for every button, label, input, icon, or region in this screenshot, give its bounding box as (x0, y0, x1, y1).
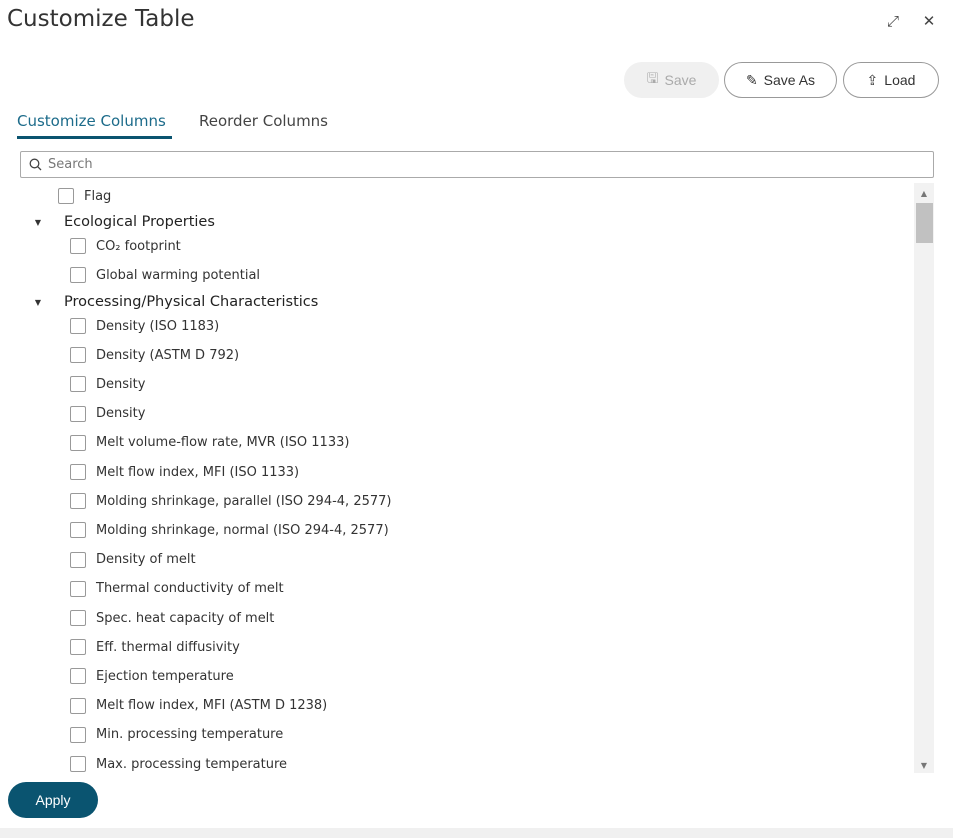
save-as-icon: ✎ (745, 71, 758, 88)
column-label: Molding shrinkage, normal (ISO 294-4, 25… (96, 522, 389, 538)
column-item[interactable]: Density (ISO 1183) (70, 318, 219, 334)
column-item[interactable]: Max. processing temperature (70, 756, 287, 772)
checkbox[interactable] (70, 376, 86, 393)
group-header[interactable]: ▼ Processing/Physical Characteristics (30, 294, 318, 310)
column-label: Density (ISO 1183) (96, 318, 220, 334)
search-input[interactable] (48, 157, 898, 172)
save-icon: 🖫 (646, 70, 659, 86)
column-label: Density (96, 406, 146, 422)
column-label: Density of melt (96, 552, 196, 568)
checkbox[interactable] (70, 405, 86, 422)
load-button[interactable]: ⇪ Load (843, 62, 939, 98)
checkbox[interactable] (58, 188, 74, 204)
column-label: Melt flow index, MFI (ASTM D 1238) (96, 698, 328, 714)
column-label: Global warming potential (96, 267, 261, 283)
save-button[interactable]: 🖫 Save (624, 62, 719, 98)
column-label: Density (ASTM D 792) (96, 347, 240, 363)
column-item[interactable]: Density of melt (70, 551, 196, 568)
column-item[interactable]: Melt volume-flow rate, MVR (ISO 1133) (70, 434, 350, 451)
column-item[interactable]: Spec. heat capacity of melt (70, 610, 274, 626)
checkbox[interactable] (70, 522, 86, 539)
column-label: Density (96, 376, 146, 392)
checkbox[interactable] (70, 493, 86, 510)
column-item[interactable]: Global warming potential (70, 267, 260, 283)
column-item[interactable]: CO₂ footprint (70, 238, 181, 254)
column-item[interactable]: Density (70, 405, 146, 422)
scroll-up-icon[interactable]: ▲ (914, 189, 934, 198)
checkbox[interactable] (70, 610, 86, 626)
checkbox[interactable] (70, 580, 86, 597)
column-label: Min. processing temperature (96, 727, 284, 743)
column-item[interactable]: Thermal conductivity of melt (70, 580, 284, 597)
dialog-title: Customize Table (7, 6, 195, 32)
column-label: Thermal conductivity of melt (96, 581, 284, 597)
column-item[interactable]: Ejection temperature (70, 668, 234, 685)
apply-button[interactable]: Apply (8, 782, 98, 818)
checkbox[interactable] (70, 756, 86, 772)
column-item[interactable]: Density (70, 376, 146, 393)
column-item[interactable]: Melt flow index, MFI (ASTM D 1238) (70, 697, 328, 714)
column-item[interactable]: Molding shrinkage, parallel (ISO 294-4, … (70, 493, 392, 510)
column-item[interactable]: Molding shrinkage, normal (ISO 294-4, 25… (70, 522, 389, 539)
checkbox[interactable] (70, 434, 86, 451)
checkbox[interactable] (70, 726, 86, 743)
save-as-button[interactable]: ✎ Save As (724, 62, 837, 98)
column-item[interactable]: Melt flow index, MFI (ISO 1133) (70, 464, 299, 480)
column-label: Max. processing temperature (96, 756, 288, 772)
column-item[interactable]: Eff. thermal diffusivity (70, 639, 240, 656)
checkbox[interactable] (70, 464, 86, 480)
save-label: Save (664, 72, 697, 88)
load-icon: ⇪ (866, 71, 879, 88)
column-label: Melt volume-flow rate, MVR (ISO 1133) (96, 435, 350, 451)
column-tree: Flag ▼ Ecological Properties CO₂ footprint G… (20, 183, 914, 773)
checkbox[interactable] (70, 551, 86, 568)
column-item[interactable]: Density (ASTM D 792) (70, 347, 240, 364)
column-label: Spec. heat capacity of melt (96, 610, 275, 626)
column-label: CO₂ footprint (96, 238, 181, 254)
search-icon (29, 158, 42, 171)
active-tab-indicator (17, 136, 172, 139)
caret-down-icon[interactable]: ▼ (30, 218, 46, 227)
checkbox[interactable] (70, 267, 86, 283)
scrollbar[interactable]: ▲ ▼ (914, 183, 934, 773)
save-as-label: Save As (763, 72, 816, 88)
column-item[interactable]: Flag (58, 188, 111, 204)
group-label: Ecological Properties (64, 214, 215, 230)
group-header[interactable]: ▼ Ecological Properties (30, 214, 215, 230)
checkbox[interactable] (70, 318, 86, 334)
search-box[interactable] (20, 151, 934, 178)
tab-customize-columns[interactable]: Customize Columns (17, 112, 166, 130)
group-label: Processing/Physical Characteristics (64, 294, 319, 310)
column-label: Eff. thermal diffusivity (96, 639, 240, 655)
caret-down-icon[interactable]: ▼ (30, 298, 46, 307)
scrollbar-thumb[interactable] (916, 203, 933, 243)
checkbox[interactable] (70, 639, 86, 656)
tab-reorder-columns[interactable]: Reorder Columns (199, 112, 328, 130)
expand-icon[interactable]: ⤢ (884, 12, 902, 30)
checkbox[interactable] (70, 238, 86, 254)
column-label: Melt flow index, MFI (ISO 1133) (96, 464, 300, 480)
column-item[interactable]: Min. processing temperature (70, 726, 284, 743)
checkbox[interactable] (70, 668, 86, 685)
column-label: Molding shrinkage, parallel (ISO 294-4, … (96, 493, 392, 509)
scroll-down-icon[interactable]: ▼ (914, 761, 934, 770)
column-label: Ejection temperature (96, 668, 234, 684)
column-label: Flag (84, 188, 112, 204)
checkbox[interactable] (70, 347, 86, 364)
checkbox[interactable] (70, 697, 86, 714)
close-icon[interactable]: ✕ (920, 12, 938, 30)
footer-bar (0, 828, 953, 838)
load-label: Load (884, 72, 916, 88)
